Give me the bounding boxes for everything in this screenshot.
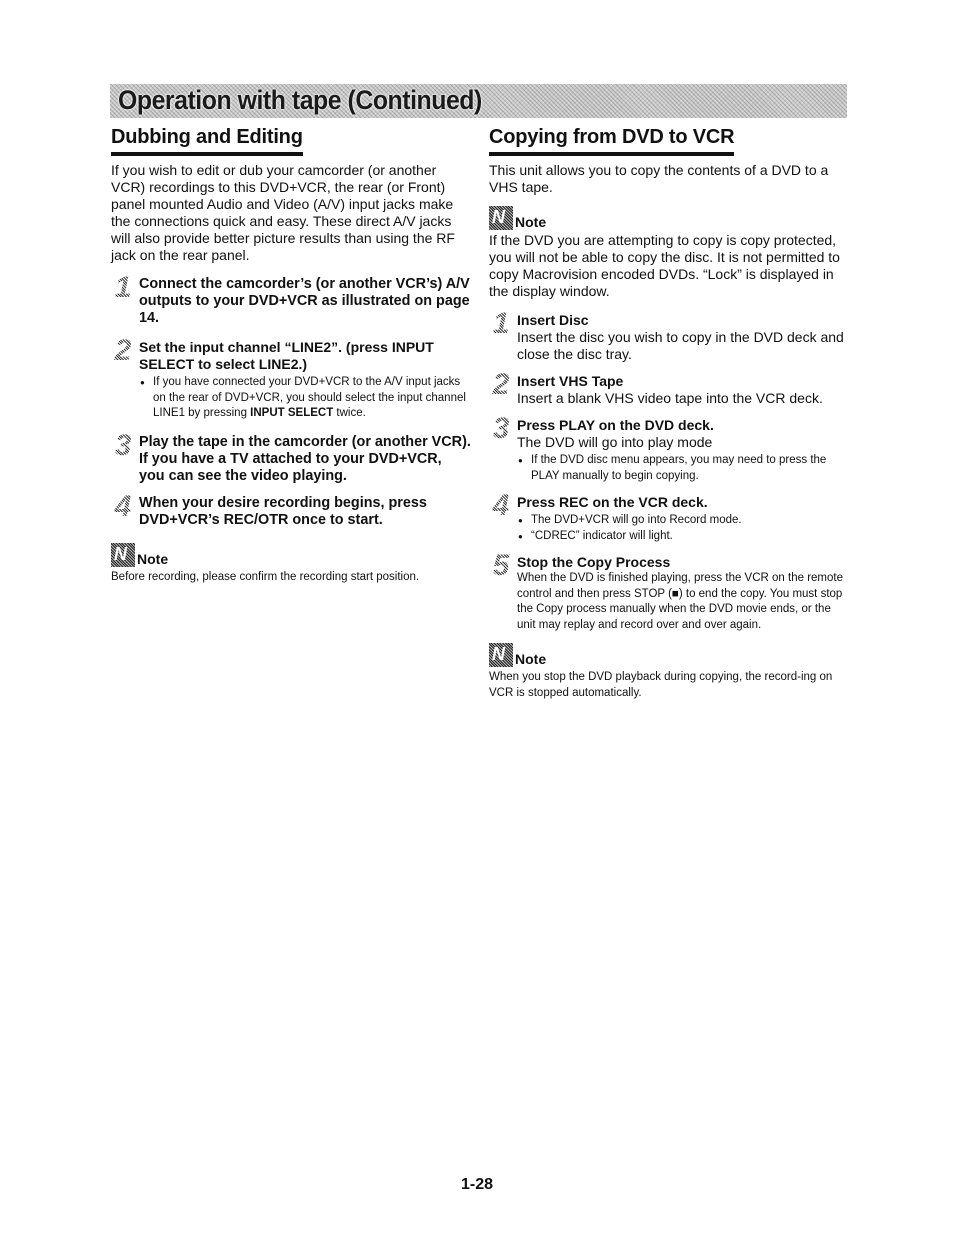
bullet-item: The DVD+VCR will go into Record mode. <box>518 513 849 529</box>
copy-step-3: 3 Press PLAY on the DVD deck. The DVD wi… <box>489 414 849 484</box>
note-text: When you stop the DVD playback during co… <box>489 671 833 699</box>
note-text: If the DVD you are attempting to copy is… <box>489 232 840 299</box>
bullet-item: “CDREC” indicator will light. <box>518 529 849 545</box>
step-title: Set the input channel “LINE2”. (press IN… <box>139 339 434 372</box>
step-number-2-icon: 2 <box>111 336 135 366</box>
dubbing-step-4: 4 When your desire recording begins, pre… <box>111 491 471 529</box>
step-number-1-icon: 1 <box>111 273 135 303</box>
step-number-3-icon: 3 <box>111 430 135 460</box>
step-title: Insert VHS Tape <box>517 373 624 389</box>
note-header: N Note <box>489 206 849 230</box>
note-icon: N <box>111 542 135 567</box>
note-header: N Note <box>489 643 849 667</box>
step-body: Insert a blank VHS video tape into the V… <box>517 390 823 406</box>
step-number-5-icon: 5 <box>489 551 513 581</box>
step-bullets: The DVD+VCR will go into Record mode. “C… <box>517 513 849 544</box>
dubbing-step-3: 3 Play the tape in the camcorder (or ano… <box>111 430 471 485</box>
copy-step-4: 4 Press REC on the VCR deck. The DVD+VCR… <box>489 491 849 544</box>
copy-step-1: 1 Insert Disc Insert the disc you wish t… <box>489 309 849 363</box>
dubbing-intro: If you wish to edit or dub your camcorde… <box>111 162 455 263</box>
step-number-3-icon: 3 <box>489 414 513 444</box>
dubbing-step-1: 1 Connect the camcorder’s (or another VC… <box>111 273 471 327</box>
note-header: N Note <box>111 542 471 567</box>
note-label: Note <box>515 214 547 230</box>
note-icon: N <box>489 206 513 230</box>
page-banner: Operation with tape (Continued) <box>110 84 847 118</box>
step-body: The DVD will go into play mode <box>517 434 713 450</box>
section-title-copying: Copying from DVD to VCR <box>489 124 735 156</box>
copying-dvd-vcr-section: Copying from DVD to VCR This unit allows… <box>489 124 849 701</box>
bullet-item: If you have connected your DVD+VCR to th… <box>140 375 471 422</box>
copy-step-2: 2 Insert VHS Tape Insert a blank VHS vid… <box>489 370 849 407</box>
banner-title: Operation with tape (Continued) <box>118 85 482 115</box>
step-title: Connect the camcorder’s (or another VCR’… <box>139 276 470 326</box>
step-body: Insert the disc you wish to copy in the … <box>517 329 844 362</box>
bullet-bold-text: INPUT SELECT <box>250 407 334 419</box>
note-text: Before recording, please confirm the rec… <box>111 570 420 583</box>
step-title: Press PLAY on the DVD deck. <box>517 417 714 433</box>
dubbing-step-2: 2 Set the input channel “LINE2”. (press … <box>111 336 471 422</box>
page-number: 1-28 <box>460 1176 494 1193</box>
note-label: Note <box>137 550 169 567</box>
step-number-2-icon: 2 <box>489 370 513 400</box>
step-bullets: If the DVD disc menu appears, you may ne… <box>517 453 849 484</box>
bullet-text: twice. <box>333 407 366 419</box>
bullet-item: If the DVD disc menu appears, you may ne… <box>518 453 849 484</box>
copying-intro: This unit allows you to copy the content… <box>489 162 829 195</box>
step-title: Stop the Copy Process <box>517 554 671 570</box>
step-number-4-icon: 4 <box>489 491 513 521</box>
step-title: When your desire recording begins, press… <box>139 494 427 528</box>
step-body: When the DVD is finished playing, press … <box>517 572 843 631</box>
step-title: Press REC on the VCR deck. <box>517 494 708 510</box>
note-icon: N <box>489 643 513 667</box>
section-title-dubbing: Dubbing and Editing <box>111 124 303 156</box>
note-label: Note <box>515 651 547 667</box>
step-title: Play the tape in the camcorder (or anoth… <box>139 433 471 484</box>
step-number-1-icon: 1 <box>489 309 513 339</box>
step-number-4-icon: 4 <box>111 491 135 521</box>
step-title: Insert Disc <box>517 312 589 328</box>
copy-step-5: 5 Stop the Copy Process When the DVD is … <box>489 551 849 633</box>
step-bullets: If you have connected your DVD+VCR to th… <box>139 375 471 422</box>
dubbing-editing-section: Dubbing and Editing If you wish to edit … <box>111 124 471 585</box>
